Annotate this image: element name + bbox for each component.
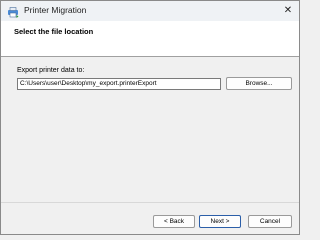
footer-divider [1, 202, 299, 203]
export-path-label: Export printer data to: [17, 67, 85, 74]
next-button[interactable]: Next > [199, 215, 241, 228]
title-bar[interactable]: Printer Migration ✕ [1, 1, 299, 21]
back-button[interactable]: < Back [153, 215, 195, 228]
header-divider [1, 56, 299, 57]
printer-migration-icon [7, 5, 19, 18]
cancel-button[interactable]: Cancel [248, 215, 292, 228]
page-title: Select the file location [14, 27, 94, 36]
window-title: Printer Migration [24, 5, 87, 15]
browse-button[interactable]: Browse... [226, 77, 292, 90]
export-path-input[interactable]: C:\Users\user\Desktop\my_export.printerE… [17, 78, 221, 90]
printer-migration-window: Printer Migration ✕ Select the file loca… [0, 0, 300, 235]
close-icon[interactable]: ✕ [277, 1, 299, 21]
wizard-header: Select the file location [1, 21, 299, 56]
